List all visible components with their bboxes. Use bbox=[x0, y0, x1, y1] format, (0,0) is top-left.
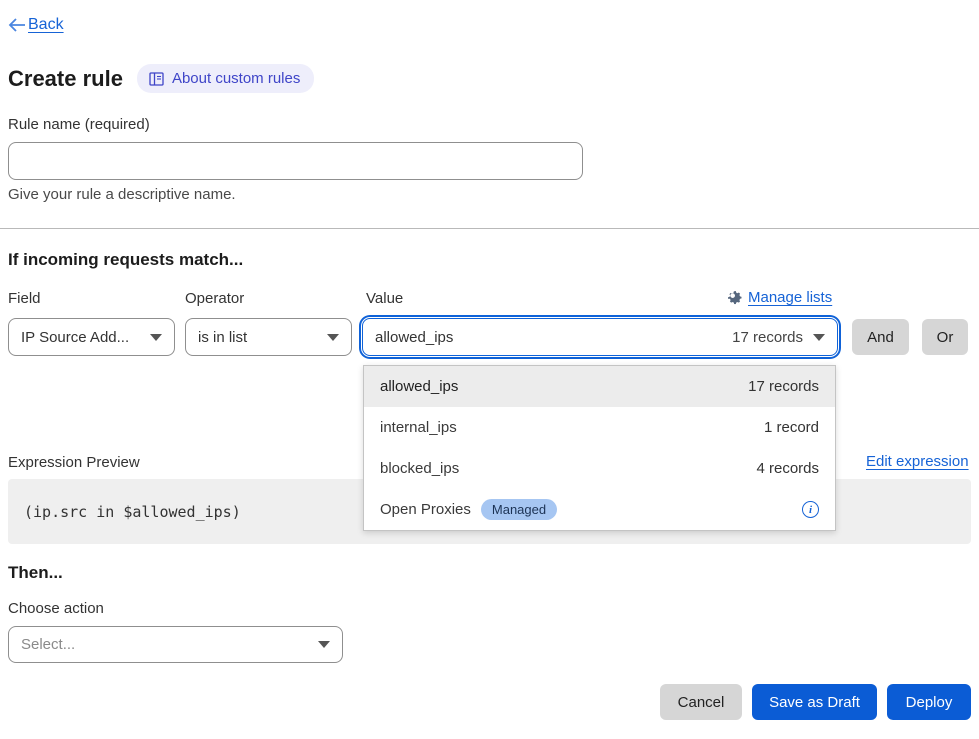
list-name: blocked_ips bbox=[380, 460, 756, 477]
edit-expression-link[interactable]: Edit expression bbox=[866, 453, 969, 470]
title-row: Create rule About custom rules bbox=[8, 64, 314, 93]
and-condition-button[interactable]: And bbox=[852, 319, 909, 355]
value-column-label: Value bbox=[366, 290, 403, 307]
back-arrow-icon bbox=[8, 18, 26, 32]
value-select[interactable]: allowed_ips 17 records bbox=[362, 318, 838, 356]
dropdown-item-allowed-ips[interactable]: allowed_ips 17 records bbox=[364, 366, 835, 407]
section-divider bbox=[0, 228, 979, 229]
gear-icon bbox=[728, 291, 742, 305]
operator-column-label: Operator bbox=[185, 290, 244, 307]
value-dropdown-menu: allowed_ips 17 records internal_ips 1 re… bbox=[363, 365, 836, 531]
chevron-down-icon bbox=[150, 334, 162, 341]
create-rule-page: Back Create rule About custom rules Rule… bbox=[0, 0, 979, 739]
action-select-placeholder: Select... bbox=[21, 636, 308, 653]
value-select-selected: allowed_ips bbox=[375, 329, 732, 346]
operator-select[interactable]: is in list bbox=[185, 318, 352, 356]
record-count: 17 records bbox=[748, 378, 819, 395]
dropdown-item-blocked-ips[interactable]: blocked_ips 4 records bbox=[364, 448, 835, 489]
operator-select-value: is in list bbox=[198, 329, 317, 346]
manage-lists-link[interactable]: Manage lists bbox=[728, 289, 832, 306]
field-select-value: IP Source Add... bbox=[21, 329, 140, 346]
rule-name-label: Rule name (required) bbox=[8, 116, 150, 133]
managed-badge: Managed bbox=[481, 499, 557, 520]
list-name: allowed_ips bbox=[380, 378, 748, 395]
action-select[interactable]: Select... bbox=[8, 626, 343, 663]
about-custom-rules-link[interactable]: About custom rules bbox=[137, 64, 314, 93]
back-link-label: Back bbox=[28, 16, 64, 34]
or-condition-button[interactable]: Or bbox=[922, 319, 968, 355]
match-section-heading: If incoming requests match... bbox=[8, 250, 243, 270]
rule-name-input[interactable] bbox=[8, 142, 583, 180]
value-select-record-count: 17 records bbox=[732, 329, 803, 346]
expression-code: (ip.src in $allowed_ips) bbox=[24, 503, 241, 521]
back-link[interactable]: Back bbox=[8, 16, 64, 34]
rule-name-helper: Give your rule a descriptive name. bbox=[8, 186, 236, 203]
expression-preview-label: Expression Preview bbox=[8, 454, 140, 471]
list-name: Open Proxies bbox=[380, 501, 471, 518]
chevron-down-icon bbox=[327, 334, 339, 341]
book-icon bbox=[149, 72, 164, 86]
dropdown-item-open-proxies[interactable]: Open Proxies Managed i bbox=[364, 489, 835, 530]
dropdown-item-internal-ips[interactable]: internal_ips 1 record bbox=[364, 407, 835, 448]
field-column-label: Field bbox=[8, 290, 41, 307]
manage-lists-label: Manage lists bbox=[748, 289, 832, 306]
record-count: 4 records bbox=[756, 460, 819, 477]
record-count: 1 record bbox=[764, 419, 819, 436]
field-select[interactable]: IP Source Add... bbox=[8, 318, 175, 356]
about-badge-label: About custom rules bbox=[172, 70, 300, 87]
chevron-down-icon bbox=[813, 334, 825, 341]
list-name: internal_ips bbox=[380, 419, 764, 436]
then-section-heading: Then... bbox=[8, 563, 63, 583]
deploy-button[interactable]: Deploy bbox=[887, 684, 971, 720]
info-icon[interactable]: i bbox=[802, 501, 819, 518]
chevron-down-icon bbox=[318, 641, 330, 648]
page-title: Create rule bbox=[8, 66, 123, 92]
cancel-button[interactable]: Cancel bbox=[660, 684, 742, 720]
save-as-draft-button[interactable]: Save as Draft bbox=[752, 684, 877, 720]
choose-action-label: Choose action bbox=[8, 600, 104, 617]
